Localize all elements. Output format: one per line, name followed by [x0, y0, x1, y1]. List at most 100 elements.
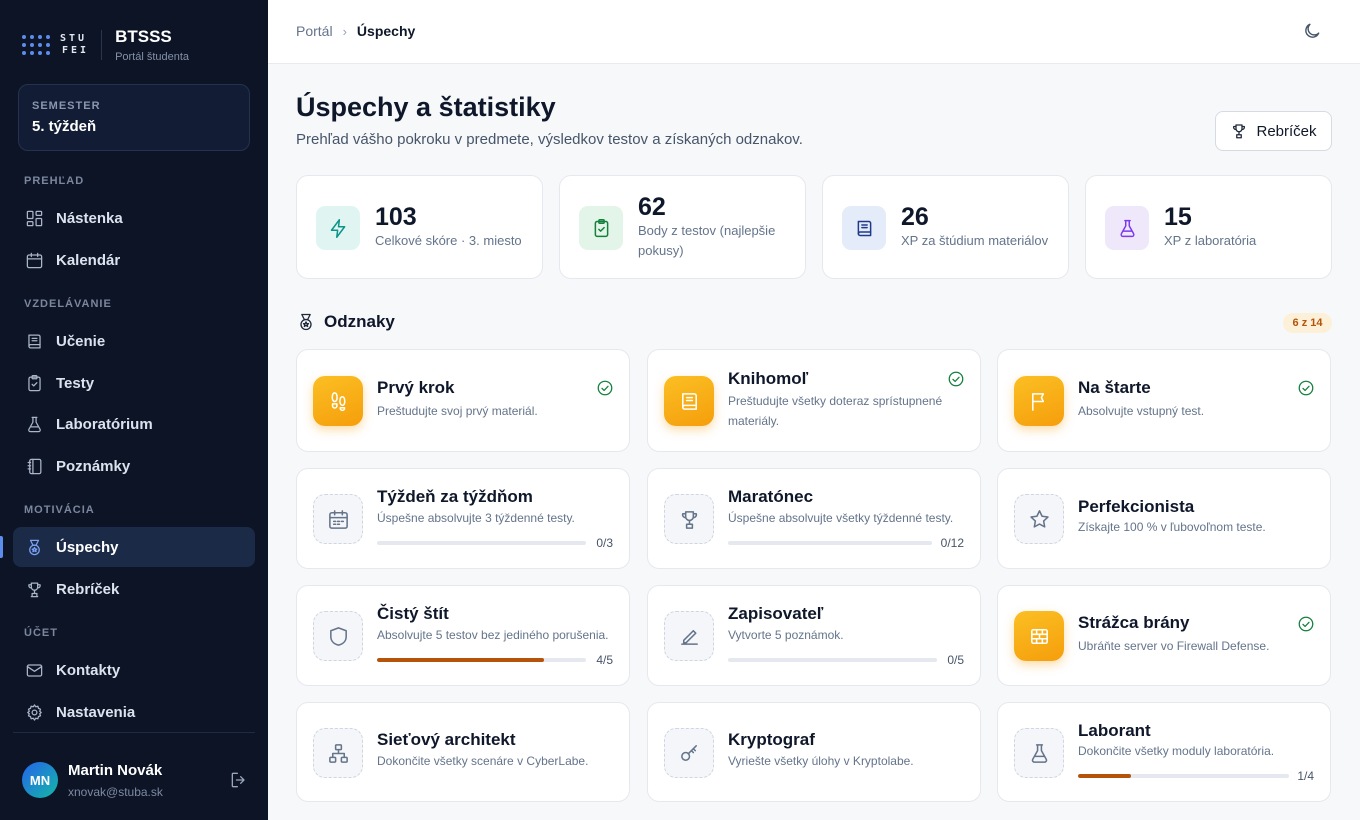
gear-icon	[27, 703, 42, 721]
network-icon	[328, 743, 348, 763]
sidebar-item-label: Testy	[56, 374, 95, 392]
badge-card-knihomol[interactable]: Knihomoľ Preštudujte všetky doteraz sprí…	[647, 349, 981, 452]
sidebar-item-dashboard[interactable]: Nástenka	[13, 198, 255, 238]
calendar-icon	[328, 509, 348, 529]
book-icon	[857, 220, 871, 236]
badge-icon	[313, 376, 363, 426]
badge-card-tyzden-za-tyzdnom[interactable]: Týždeň za týždňom Úspešne absolvujte 3 t…	[296, 468, 630, 569]
leaderboard-button-label: Rebríček	[1256, 122, 1317, 140]
badge-icon	[1014, 376, 1064, 426]
badges-count-badge: 6 z 14	[1283, 313, 1332, 333]
badge-desc: Dokončite všetky scenáre v CyberLabe.	[377, 754, 589, 768]
active-indicator	[0, 536, 3, 558]
firewall-icon	[1030, 628, 1048, 644]
badge-title: Sieťový architekt	[377, 730, 516, 749]
badge-card-kryptograf[interactable]: Kryptograf Vyriešte všetky úlohy v Krypt…	[647, 702, 981, 802]
badge-card-strazca-brany[interactable]: Strážca brány Ubráňte server vo Firewall…	[997, 585, 1331, 686]
nav-section-account: ÚČET	[24, 627, 58, 639]
semester-card: SEMESTER 5. týždeň	[18, 84, 250, 151]
stat-value: 103	[375, 203, 417, 231]
badge-card-na-starte[interactable]: Na štarte Absolvujte vstupný test.	[997, 349, 1331, 452]
logout-icon	[231, 772, 245, 788]
stat-label: Celkové skóre · 3. miesto	[375, 233, 522, 248]
badge-progress-text: 4/5	[596, 653, 613, 667]
stat-card-test-points: 62 Body z testov (najlepšie pokusy)	[559, 175, 806, 279]
badge-icon	[664, 728, 714, 778]
key-icon	[680, 744, 697, 761]
topbar: Portál › Úspechy	[268, 0, 1360, 64]
sidebar-item-calendar[interactable]: Kalendár	[13, 240, 255, 280]
badge-card-zapisovatel[interactable]: Zapisovateľ Vytvorte 5 poznámok. 0/5	[647, 585, 981, 686]
badge-desc: Ubráňte server vo Firewall Defense.	[1078, 639, 1270, 653]
stat-value: 15	[1164, 203, 1192, 231]
badge-card-prvy-krok[interactable]: Prvý krok Preštudujte svoj prvý materiál…	[296, 349, 630, 452]
sidebar: STU FEI BTSSS Portál študenta SEMESTER 5…	[0, 0, 268, 820]
badge-card-sietovy-architekt[interactable]: Sieťový architekt Dokončite všetky scená…	[296, 702, 630, 802]
user-name: Martin Novák	[68, 762, 163, 779]
badge-progress-text: 0/5	[947, 653, 964, 667]
nav-section-education: VZDELÁVANIE	[24, 298, 112, 310]
stat-label: XP z laboratória	[1164, 233, 1257, 248]
sidebar-item-label: Rebríček	[56, 580, 120, 598]
sidebar-item-settings[interactable]: Nastavenia	[13, 692, 255, 732]
nav-section-motivation: MOTIVÁCIA	[24, 504, 95, 516]
badge-progress-text: 0/12	[940, 536, 964, 550]
medal-icon	[29, 539, 40, 555]
logout-button[interactable]	[229, 770, 249, 790]
sidebar-item-label: Učenie	[56, 332, 106, 350]
stat-value: 62	[638, 193, 666, 221]
book-icon	[681, 392, 697, 410]
theme-toggle-button[interactable]	[1302, 21, 1324, 43]
dashboard-icon	[26, 210, 43, 226]
sidebar-item-achievements[interactable]: Úspechy	[13, 527, 255, 567]
sidebar-item-notes[interactable]: Poznámky	[13, 446, 255, 486]
badge-card-cisty-stit[interactable]: Čistý štít Absolvujte 5 testov bez jedin…	[296, 585, 630, 686]
brand[interactable]: STU FEI BTSSS Portál študenta	[22, 27, 189, 63]
badge-title: Kryptograf	[728, 730, 815, 749]
stat-icon-wrap	[316, 206, 360, 250]
sidebar-item-label: Poznámky	[56, 457, 131, 475]
badge-card-laborant[interactable]: Laborant Dokončite všetky moduly laborat…	[997, 702, 1331, 802]
sidebar-item-laboratory[interactable]: Laboratórium	[13, 404, 255, 444]
sidebar-item-contacts[interactable]: Kontakty	[13, 650, 255, 690]
sidebar-item-learning[interactable]: Učenie	[13, 321, 255, 361]
stat-label: Body z testov (najlepšie pokusy)	[638, 223, 776, 258]
sidebar-item-label: Laboratórium	[56, 415, 153, 433]
badge-progress-bar	[377, 658, 586, 662]
breadcrumb-home-link[interactable]: Portál	[296, 23, 333, 39]
badge-progress-bar	[728, 541, 932, 545]
breadcrumb-current: Úspechy	[356, 23, 416, 39]
badge-desc: Úspešne absolvujte všetky týždenné testy…	[728, 511, 954, 525]
check-circle-icon	[1297, 379, 1315, 397]
badge-icon	[664, 611, 714, 661]
chevron-right-icon: ›	[342, 23, 347, 39]
avatar[interactable]: MN	[22, 762, 58, 798]
badge-desc: Absolvujte 5 testov bez jediného porušen…	[377, 628, 609, 642]
sidebar-item-label: Nástenka	[56, 209, 123, 227]
star-icon	[1029, 509, 1049, 528]
sidebar-item-leaderboard[interactable]: Rebríček	[13, 569, 255, 609]
trophy-icon	[28, 582, 41, 597]
badge-desc: Absolvujte vstupný test.	[1078, 404, 1205, 418]
sidebar-item-tests[interactable]: Testy	[13, 363, 255, 403]
flask-icon	[28, 416, 41, 432]
leaderboard-button[interactable]: Rebríček	[1215, 111, 1332, 151]
sidebar-item-label: Úspechy	[56, 538, 119, 556]
badge-icon	[1014, 494, 1064, 544]
clipboard-check-icon	[28, 374, 41, 391]
badge-icon	[313, 611, 363, 661]
badge-title: Laborant	[1078, 721, 1151, 740]
stu-logo-text: STU FEI	[60, 33, 90, 56]
user-email: xnovak@stuba.sk	[68, 785, 163, 799]
badge-icon	[664, 376, 714, 426]
page-title: Úspechy a štatistiky	[296, 92, 556, 122]
breadcrumb: Portál › Úspechy	[296, 23, 415, 39]
notebook-icon	[27, 458, 42, 474]
badge-card-maratonec[interactable]: Maratónec Úspešne absolvujte všetky týžd…	[647, 468, 981, 569]
flag-icon	[1031, 392, 1044, 411]
page-subtitle: Prehľad vášho pokroku v predmete, výsled…	[296, 131, 803, 148]
badge-card-perfekcionista[interactable]: Perfekcionista Získajte 100 % v ľubovoľn…	[997, 468, 1331, 569]
stat-card-total-score: 103 Celkové skóre · 3. miesto	[296, 175, 543, 279]
semester-label: SEMESTER	[32, 100, 101, 112]
flask-icon	[1031, 743, 1047, 763]
